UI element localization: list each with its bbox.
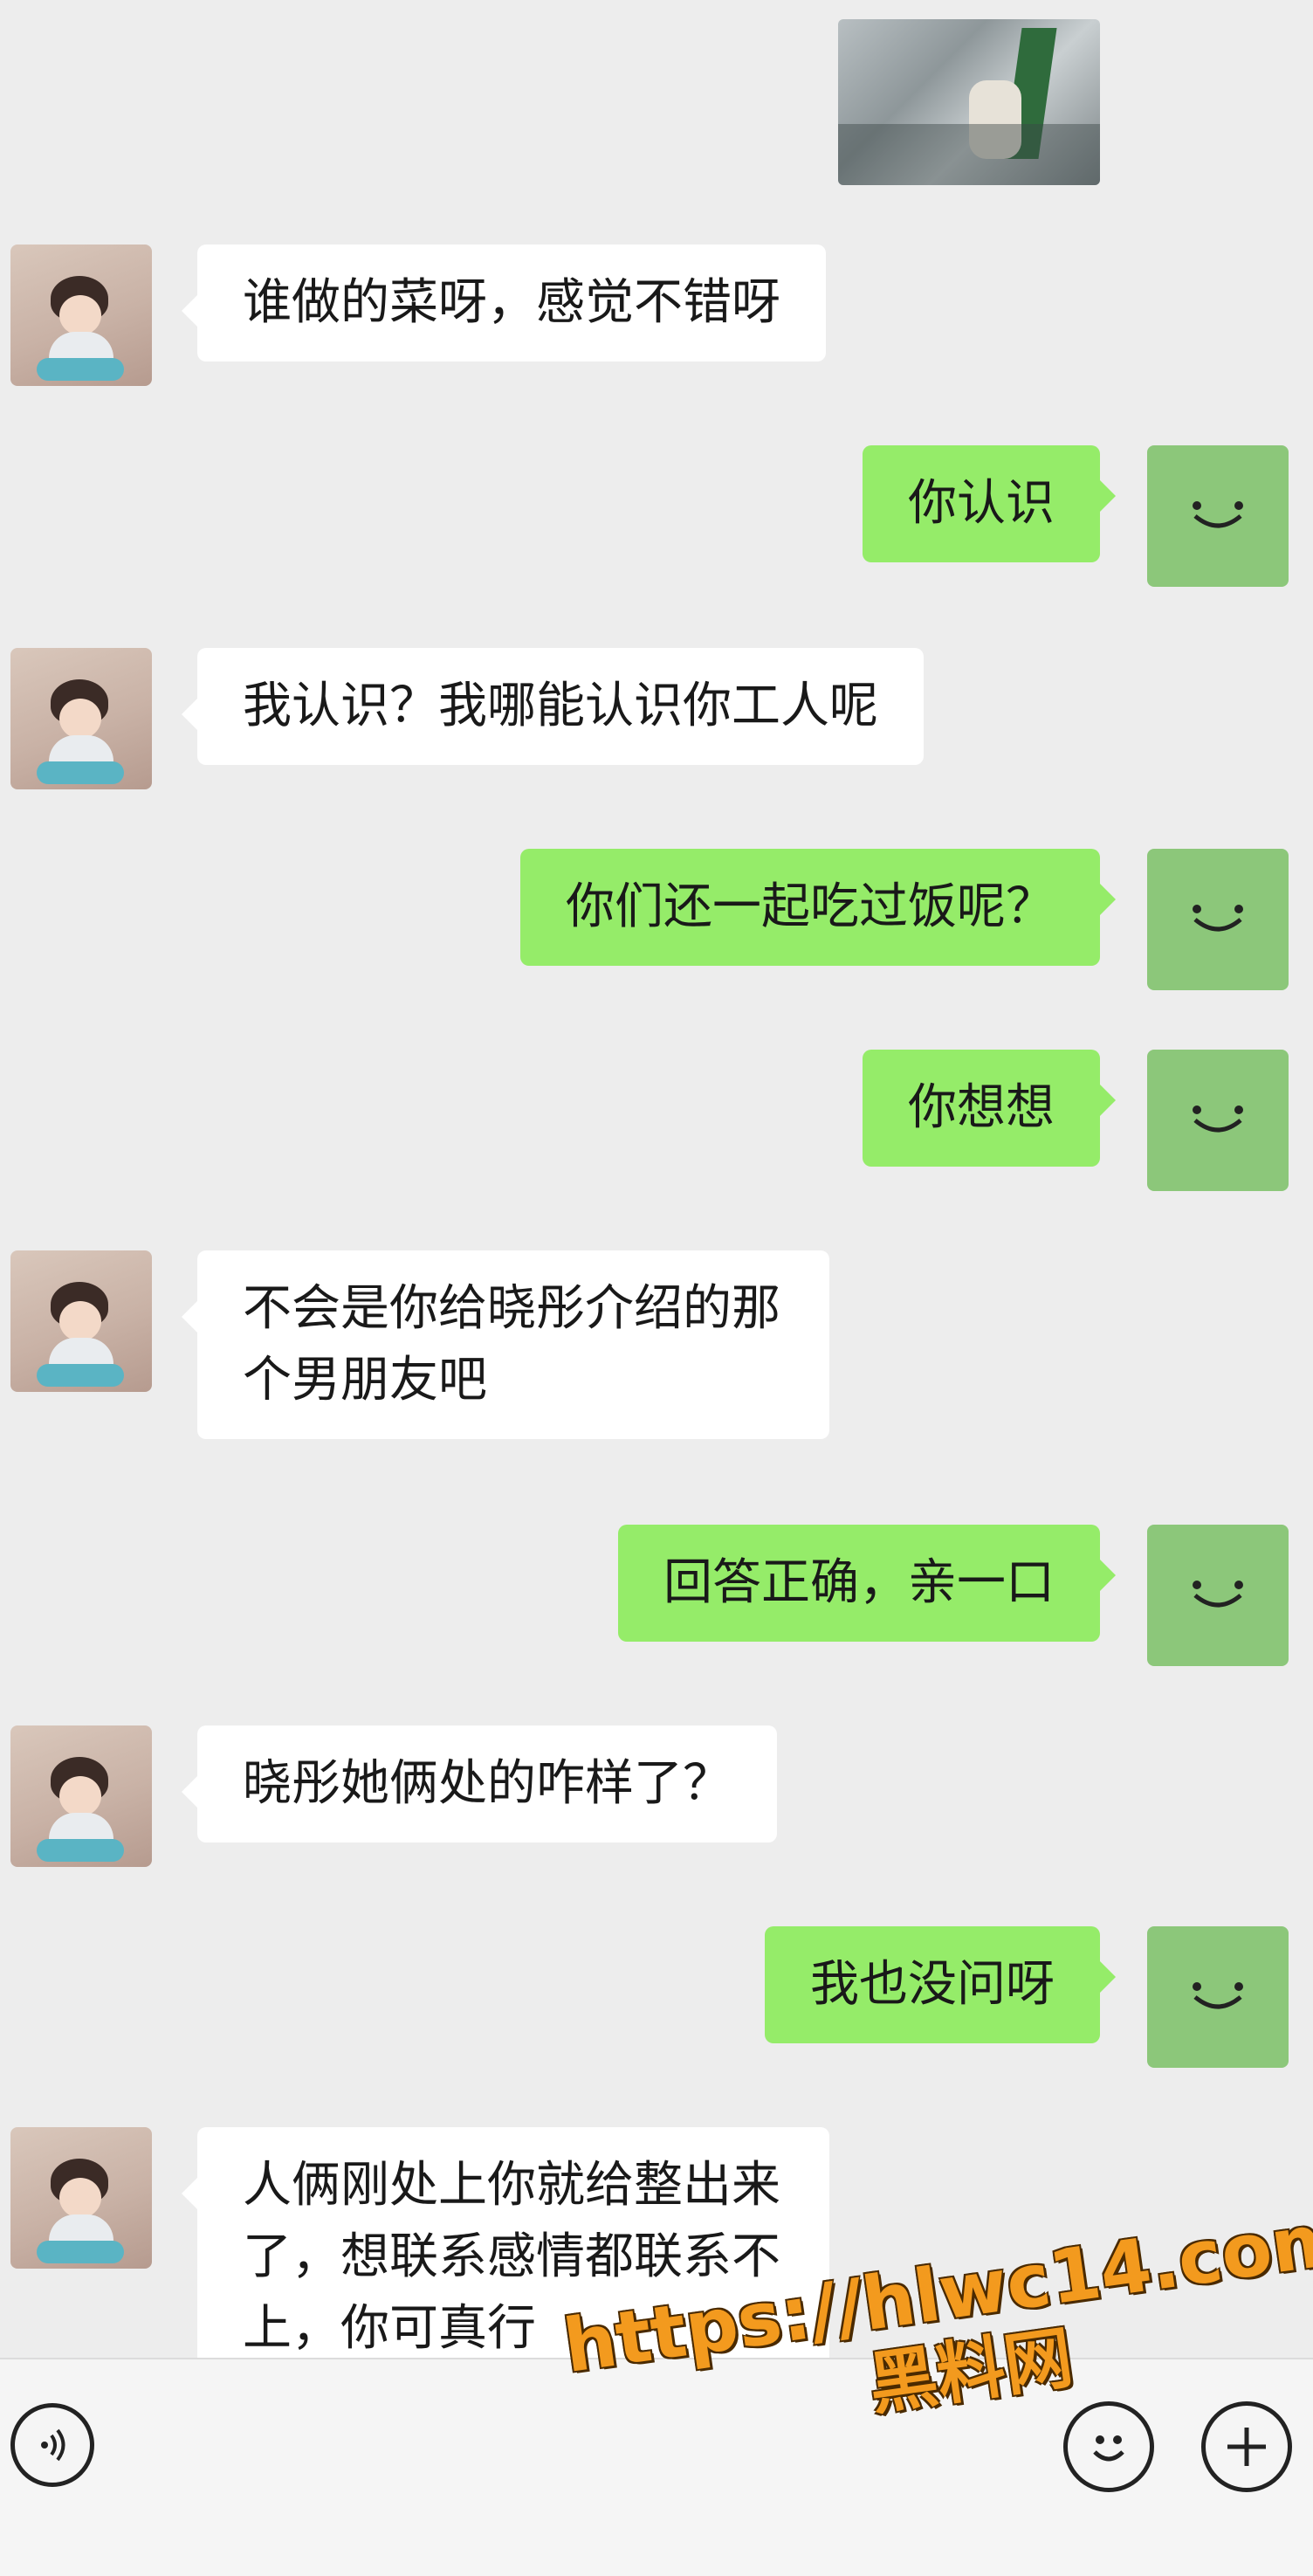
self-avatar[interactable] (1147, 1050, 1289, 1191)
contact-avatar[interactable] (10, 245, 152, 386)
emoji-button[interactable] (1063, 2401, 1154, 2492)
outgoing-bubble[interactable]: 你们还一起吃过饭呢？ (520, 849, 1116, 966)
smile-avatar-icon (1193, 905, 1243, 932)
self-avatar[interactable] (1147, 445, 1289, 587)
smile-avatar-icon (1193, 1982, 1243, 2009)
image-content (838, 124, 1100, 185)
chat-area: 谁做的菜呀，感觉不错呀 你认识 我认识？我哪能认识你工人呢 你们还一起吃过饭呢？… (0, 0, 1313, 2387)
plus-icon (1227, 2428, 1266, 2466)
outgoing-bubble[interactable]: 回答正确，亲一口 (618, 1525, 1116, 1642)
incoming-bubble[interactable]: 不会是你给晓彤介绍的那个男朋友吧 (182, 1250, 829, 1439)
self-avatar[interactable] (1147, 1525, 1289, 1666)
contact-avatar[interactable] (10, 648, 152, 789)
outgoing-bubble[interactable]: 你认识 (863, 445, 1116, 562)
outgoing-bubble[interactable]: 你想想 (863, 1050, 1116, 1167)
self-avatar[interactable] (1147, 1926, 1289, 2068)
self-avatar[interactable] (1147, 849, 1289, 990)
voice-button[interactable] (10, 2403, 94, 2487)
contact-avatar[interactable] (10, 2127, 152, 2269)
smile-avatar-icon (1193, 501, 1243, 528)
outgoing-bubble[interactable]: 我也没问呀 (765, 1926, 1116, 2043)
image-message[interactable] (838, 19, 1100, 185)
smile-avatar-icon (1193, 1105, 1243, 1133)
emoji-icon (1093, 2435, 1124, 2462)
incoming-bubble[interactable]: 我认识？我哪能认识你工人呢 (182, 648, 924, 765)
incoming-bubble[interactable]: 谁做的菜呀，感觉不错呀 (182, 245, 826, 362)
incoming-bubble[interactable]: 晓彤她俩处的咋样了？ (182, 1725, 777, 1842)
smile-avatar-icon (1193, 1581, 1243, 1608)
voice-icon (41, 2428, 65, 2462)
contact-avatar[interactable] (10, 1250, 152, 1392)
more-button[interactable] (1201, 2401, 1292, 2492)
contact-avatar[interactable] (10, 1725, 152, 1867)
